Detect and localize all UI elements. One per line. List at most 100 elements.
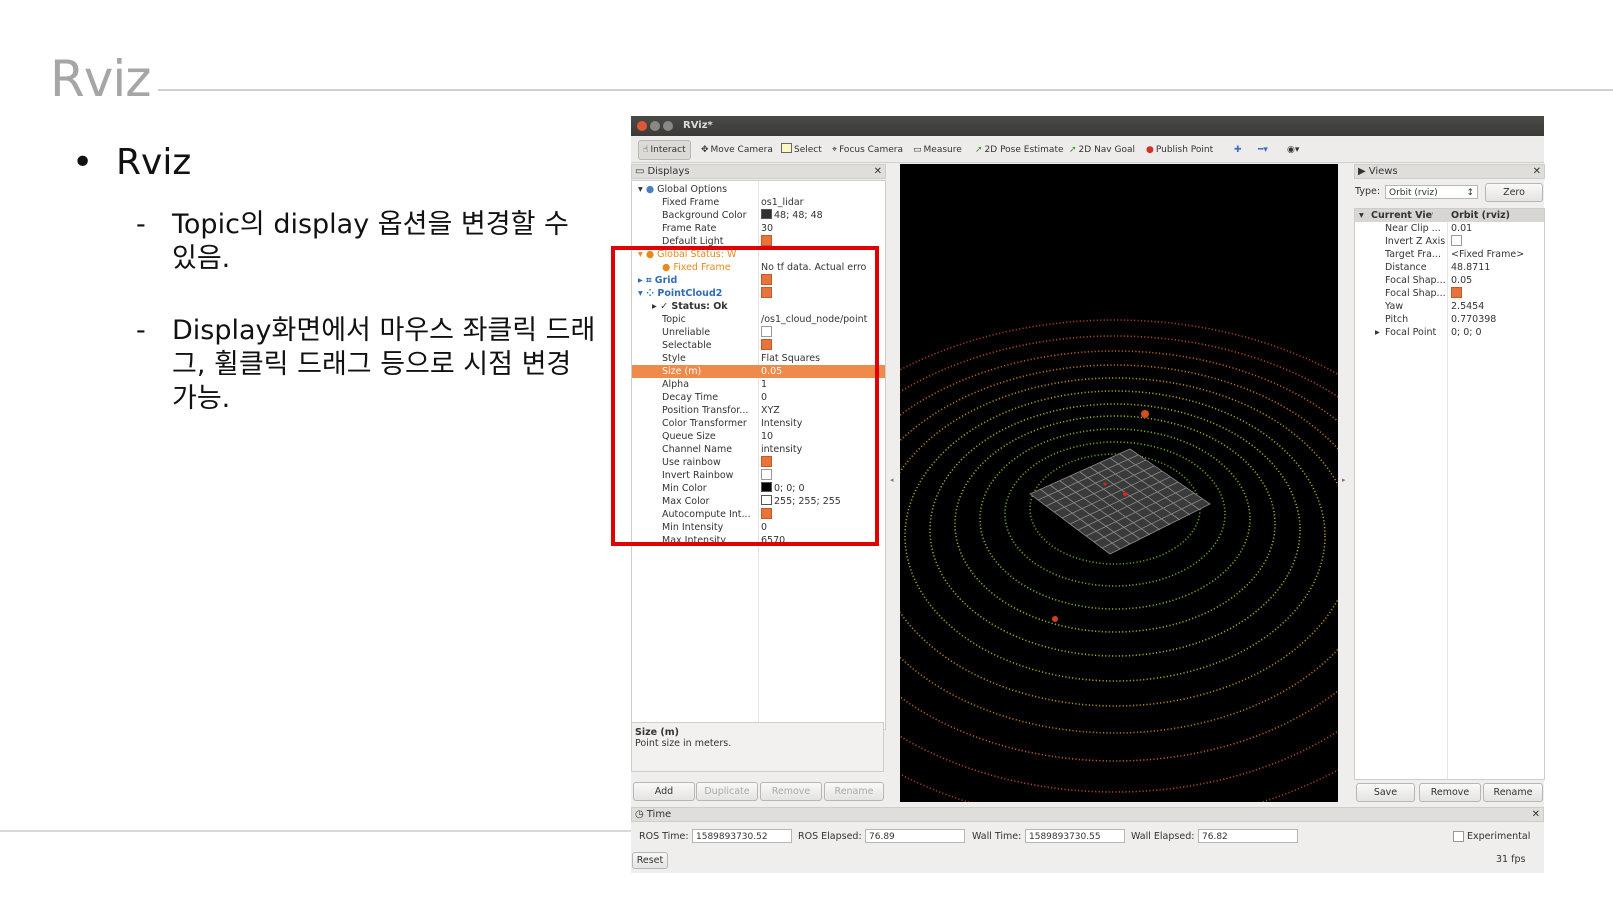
view-row-target-frame[interactable]: Target Fra... <Fixed Frame>: [1355, 248, 1544, 261]
checkbox[interactable]: [1451, 287, 1462, 298]
row-label: Fixed Frame: [662, 197, 720, 208]
expand-arrow-icon[interactable]: ▾: [638, 184, 643, 195]
view-row-near-clip[interactable]: Near Clip ... 0.01: [1355, 222, 1544, 235]
reset-button[interactable]: Reset: [632, 852, 668, 869]
nav-goal-button[interactable]: ➚ 2D Nav Goal: [1069, 142, 1135, 158]
view-row-distance[interactable]: Distance 48.8711: [1355, 261, 1544, 274]
tree-row-fixed-frame[interactable]: Fixed Frame os1_lidar: [632, 196, 885, 209]
close-panel-icon[interactable]: ✕: [1532, 808, 1540, 821]
displays-panel-header: ▭ Displays ✕: [631, 164, 886, 179]
window-title: RViz*: [683, 120, 713, 131]
minimize-icon[interactable]: [650, 121, 660, 131]
move-icon: ✥: [701, 145, 709, 155]
row-label: Frame Rate: [662, 223, 717, 234]
select-icon: [781, 143, 792, 153]
duplicate-button[interactable]: Duplicate: [696, 782, 758, 801]
row-value[interactable]: 48; 48; 48: [774, 210, 823, 221]
tree-row-global-options[interactable]: ▾ ● Global Options: [632, 183, 885, 196]
rename-button[interactable]: Rename: [824, 782, 884, 801]
remove-view-button[interactable]: Remove: [1419, 783, 1481, 802]
select-label: Select: [794, 145, 822, 155]
toolbar: ☝ Interact ✥ Move Camera Select ⌖ Focus Cam…: [631, 137, 1544, 163]
row-value[interactable]: <Fixed Frame>: [1451, 248, 1524, 261]
expand-arrow-icon[interactable]: ▾: [1359, 209, 1364, 222]
row-label: Focal Shap...: [1385, 288, 1446, 299]
row-label: Pitch: [1385, 314, 1409, 325]
add-button[interactable]: Add: [633, 782, 695, 801]
wall-time-field[interactable]: 1589893730.55: [1025, 829, 1125, 843]
view-type-select[interactable]: Orbit (rviz) ↕: [1385, 185, 1478, 199]
tool-properties-icon[interactable]: ◉▾: [1287, 142, 1299, 158]
remove-tool-icon[interactable]: ━▾: [1258, 142, 1268, 158]
row-value[interactable]: 48.8711: [1451, 261, 1490, 274]
zero-button[interactable]: Zero: [1485, 183, 1543, 202]
green-arrow-icon: ➚: [1069, 145, 1077, 155]
tree-row-frame-rate[interactable]: Frame Rate 30: [632, 222, 885, 235]
rename-view-button[interactable]: Rename: [1483, 783, 1543, 802]
checkbox[interactable]: [761, 235, 772, 246]
measure-button[interactable]: ▭ Measure: [913, 142, 962, 158]
measure-label: Measure: [923, 145, 962, 155]
row-label: Focal Point: [1385, 327, 1437, 338]
time-title: Time: [646, 809, 672, 820]
row-value[interactable]: 0.770398: [1451, 313, 1496, 326]
render-viewport[interactable]: [900, 164, 1338, 802]
left-splitter-handle[interactable]: ◂: [890, 476, 894, 484]
row-label: Background Color: [662, 210, 747, 221]
select-button[interactable]: Select: [781, 142, 822, 158]
row-label: Invert Z Axis: [1385, 236, 1446, 247]
ros-elapsed-field[interactable]: 76.89: [865, 829, 965, 843]
row-value[interactable]: os1_lidar: [761, 196, 885, 209]
experimental-label: Experimental: [1467, 831, 1531, 842]
wall-elapsed-field[interactable]: 76.82: [1198, 829, 1298, 843]
interact-button[interactable]: ☝ Interact: [638, 140, 691, 160]
focus-camera-label: Focus Camera: [839, 145, 903, 155]
close-panel-icon[interactable]: ✕: [1533, 165, 1541, 178]
close-panel-icon[interactable]: ✕: [874, 165, 882, 178]
close-icon[interactable]: [637, 121, 647, 131]
add-tool-icon[interactable]: ✚: [1234, 142, 1242, 158]
color-swatch[interactable]: [761, 209, 772, 219]
pose-estimate-button[interactable]: ➚ 2D Pose Estimate: [975, 142, 1064, 158]
save-view-button[interactable]: Save: [1356, 783, 1415, 802]
right-splitter-handle[interactable]: ▸: [1342, 476, 1346, 484]
title-divider: [158, 89, 1613, 91]
publish-point-button[interactable]: ● Publish Point: [1146, 142, 1213, 158]
row-value[interactable]: 2.5454: [1451, 300, 1484, 313]
pose-estimate-label: 2D Pose Estimate: [984, 145, 1064, 155]
row-label: Distance: [1385, 262, 1427, 273]
tree-row-background-color[interactable]: Background Color 48; 48; 48: [632, 209, 885, 222]
view-row-pitch[interactable]: Pitch 0.770398: [1355, 313, 1544, 326]
fps-readout: 31 fps: [1496, 854, 1526, 865]
view-row-yaw[interactable]: Yaw 2.5454: [1355, 300, 1544, 313]
row-value[interactable]: 30: [761, 222, 885, 235]
experimental-checkbox[interactable]: [1453, 831, 1464, 842]
ros-time-label: ROS Time:: [639, 831, 689, 842]
ruler-icon: ▭: [913, 145, 922, 155]
move-camera-label: Move Camera: [710, 145, 773, 155]
grid-plane: [1029, 448, 1211, 555]
row-value[interactable]: 0; 0; 0: [1451, 326, 1482, 339]
monitor-icon: ▭: [635, 166, 645, 177]
remove-button[interactable]: Remove: [760, 782, 822, 801]
collapse-arrow-icon[interactable]: ▸: [1375, 326, 1380, 339]
view-row-focal-shape-size[interactable]: Focal Shap... 0.05: [1355, 274, 1544, 287]
time-panel-header: ◷ Time ✕: [631, 807, 1544, 822]
row-label: Global Options: [657, 184, 728, 195]
row-label: Focal Shap...: [1385, 275, 1446, 286]
maximize-icon[interactable]: [663, 121, 673, 131]
current-view-row[interactable]: ▾ Current View Orbit (rviz): [1355, 209, 1544, 222]
footer-divider: [0, 830, 640, 832]
row-value[interactable]: 0.05: [1451, 274, 1472, 287]
move-camera-button[interactable]: ✥ Move Camera: [701, 142, 773, 158]
view-row-invert-z[interactable]: Invert Z Axis: [1355, 235, 1544, 248]
views-type-bar: Type: Orbit (rviz) ↕ Zero: [1354, 180, 1544, 206]
views-title: Views: [1368, 166, 1398, 177]
checkbox[interactable]: [1451, 235, 1462, 246]
row-value[interactable]: 0.01: [1451, 222, 1472, 235]
view-row-focal-point[interactable]: ▸ Focal Point 0; 0; 0: [1355, 326, 1544, 339]
pin-icon: ●: [1146, 145, 1154, 155]
ros-time-field[interactable]: 1589893730.52: [692, 829, 792, 843]
focus-camera-button[interactable]: ⌖ Focus Camera: [832, 142, 903, 158]
view-row-focal-shape-fixed[interactable]: Focal Shap...: [1355, 287, 1544, 300]
